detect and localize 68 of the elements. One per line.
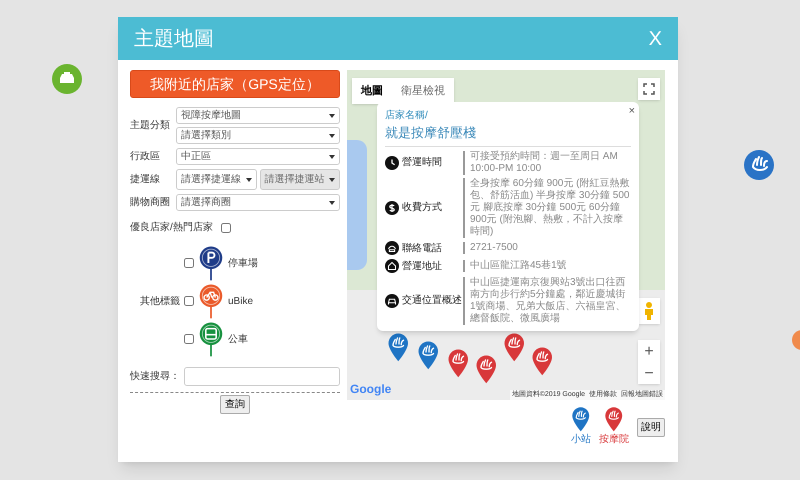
map-type-tab[interactable]: 衛星檢視 (392, 78, 454, 104)
clock-icon (385, 156, 399, 170)
featured-checkbox[interactable] (220, 222, 231, 232)
quick-search-field[interactable] (184, 367, 340, 386)
zoom-in-button[interactable]: + (638, 340, 660, 362)
caret-icon (329, 178, 335, 182)
caret-icon (329, 114, 335, 118)
map-type-tab[interactable]: 地圖 (352, 78, 392, 104)
info-label: 收費方式 (402, 200, 442, 215)
caret-icon (329, 200, 335, 204)
info-label: 交通位置概述 (402, 294, 462, 308)
select-field[interactable]: 中正區 (176, 148, 340, 165)
marker-checkbox[interactable] (184, 296, 194, 306)
field-label: 購物商圈 (130, 196, 171, 210)
store-name: 就是按摩舒壓棧 (385, 123, 631, 146)
info-value: 中山區龍江路45巷1號 (463, 260, 631, 272)
fullscreen-icon (643, 83, 655, 95)
info-label: 聯絡電話 (402, 242, 442, 256)
field-label: 主題分類 (130, 118, 171, 133)
map-view[interactable] (347, 70, 665, 400)
select-field[interactable]: 請選擇類別 (176, 127, 340, 144)
map-pin-icon[interactable] (475, 354, 498, 384)
info-label: 營運地址 (402, 260, 442, 274)
info-label: 營運時間 (402, 156, 442, 170)
person-icon (644, 302, 654, 320)
legend-label: 小站 (571, 432, 591, 447)
home-icon (385, 259, 399, 273)
map-logo: Google (350, 381, 392, 398)
info-close-button[interactable]: × (628, 103, 635, 120)
hand-marker-icon (744, 150, 774, 180)
info-value: 中山區捷運南京復興站3號出口往西南方向步行約5分鐘處，鄰近慶城街1號商場、兄弟大飯店、六福皇宮、總督飯院、微風廣場 (463, 276, 631, 324)
zoom-out-button[interactable]: − (638, 362, 660, 384)
marker-label: 公車 (228, 332, 248, 346)
info-value: 可接受預約時間：週一至周日 AM 10:00-PM 10:00 (463, 150, 631, 174)
map-pin-icon[interactable] (571, 406, 591, 432)
legend-label: 按摩院 (599, 432, 629, 447)
map-pin-icon[interactable] (531, 346, 554, 376)
caret-icon (329, 134, 335, 138)
map-pin-icon[interactable] (447, 348, 470, 378)
fullscreen-button[interactable] (638, 78, 660, 100)
select-field[interactable]: 視障按摩地圖 (176, 107, 340, 124)
dialog-title: 主題地圖 (134, 26, 214, 52)
caret-icon (329, 154, 335, 158)
car-icon (385, 294, 399, 308)
map-pin-icon[interactable] (417, 340, 440, 370)
select-field[interactable]: 請選擇捷運線 (176, 169, 256, 190)
search-button[interactable]: 查詢 (220, 395, 250, 414)
caret-icon (246, 178, 252, 182)
quick-search-label: 快速搜尋： (130, 370, 180, 384)
map-pin-icon[interactable] (503, 332, 526, 362)
select-field[interactable]: 請選擇商圈 (176, 194, 340, 211)
money-icon (385, 200, 399, 214)
field-label: 捷運線 (130, 172, 161, 187)
field-label: 行政區 (130, 150, 161, 164)
marker-label: 停車場 (228, 256, 258, 270)
map-pin-icon[interactable] (387, 332, 410, 362)
other-markers-label: 其他標籤 (139, 294, 180, 308)
help-button[interactable]: 說明 (637, 418, 665, 437)
featured-label: 優良店家/熱門店家 (130, 220, 213, 235)
taxi-marker-icon (52, 64, 82, 94)
marker-checkbox[interactable] (184, 334, 194, 344)
marker-checkbox[interactable] (184, 258, 194, 268)
info-value: 全身按摩 60分鐘 900元 (附紅豆熱敷包、舒筋活血) 半身按摩 30分鐘 500元 腳底按摩 30分鐘 500元 60分鐘 900元 (附泡腳、熱敷，不計入按摩時間) (463, 178, 631, 238)
store-name-label: 店家名稱/ (385, 108, 429, 123)
info-value: 2721-7500 (463, 242, 631, 254)
map-pin-icon[interactable] (604, 406, 624, 432)
phone-icon (385, 241, 399, 255)
marker-label: uBike (228, 294, 254, 308)
